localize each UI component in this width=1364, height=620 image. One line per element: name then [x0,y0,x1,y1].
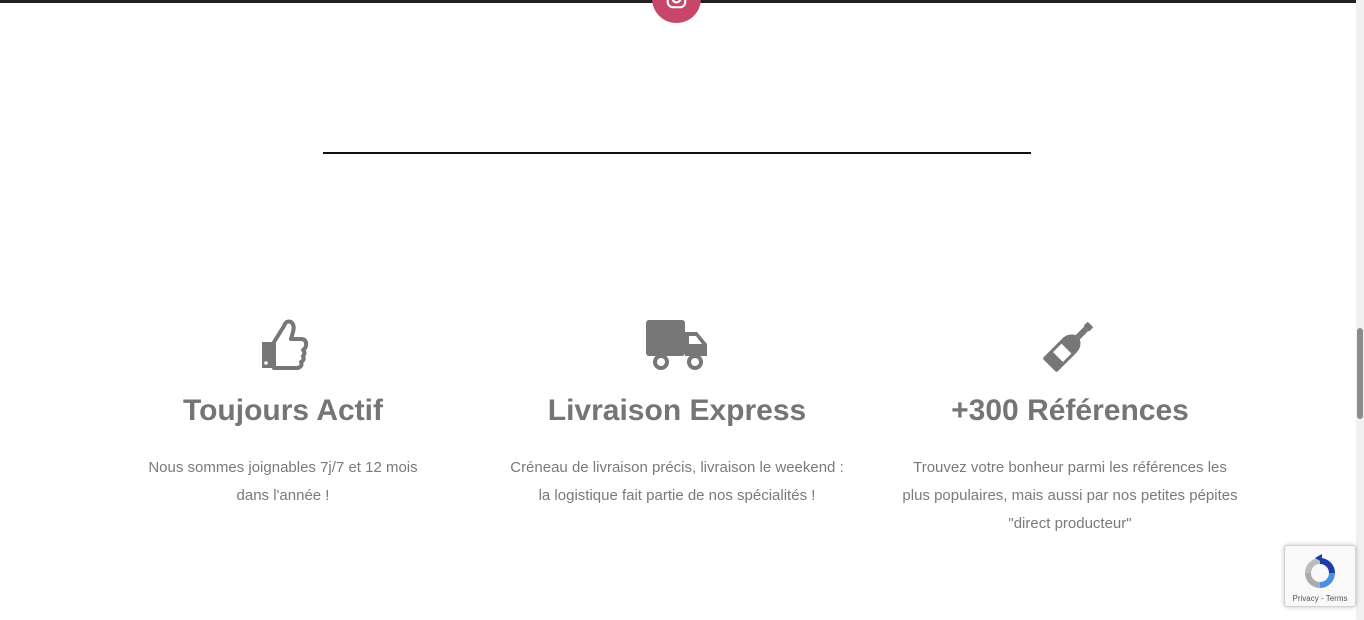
wine-bottle-icon [1043,322,1093,372]
feature-text: Trouvez votre bonheur parmi les référenc… [902,459,1238,532]
scrollbar[interactable] [1356,0,1364,620]
instagram-icon [666,0,687,9]
feature-title: Toujours Actif [183,394,383,427]
terms-link[interactable]: Terms [1326,594,1348,603]
feature-text: Créneau de livraison précis, livraison l… [510,459,844,504]
recaptcha-icon [1305,554,1335,588]
link-separator: - [1318,594,1326,603]
truck-icon [646,320,707,370]
thumbs-up-icon [262,319,308,370]
feature-title: +300 Références [951,394,1189,427]
scrollbar-thumb[interactable] [1357,328,1363,419]
section-divider [323,152,1031,154]
feature-text: Nous sommes joignables 7j/7 et 12 mois d… [148,459,418,504]
recaptcha-badge[interactable]: Privacy - Terms [1284,545,1356,607]
feature-references: +300 Références Trouvez votre bonheur pa… [890,318,1250,538]
privacy-link[interactable]: Privacy [1293,594,1319,603]
instagram-button[interactable] [652,0,701,23]
recaptcha-links: Privacy - Terms [1285,594,1355,603]
page: Toujours Actif Nous sommes joignables 7j… [0,0,1364,620]
feature-livraison-express: Livraison Express Créneau de livraison p… [497,318,857,510]
feature-toujours-actif: Toujours Actif Nous sommes joignables 7j… [133,318,433,510]
feature-title: Livraison Express [547,394,807,427]
